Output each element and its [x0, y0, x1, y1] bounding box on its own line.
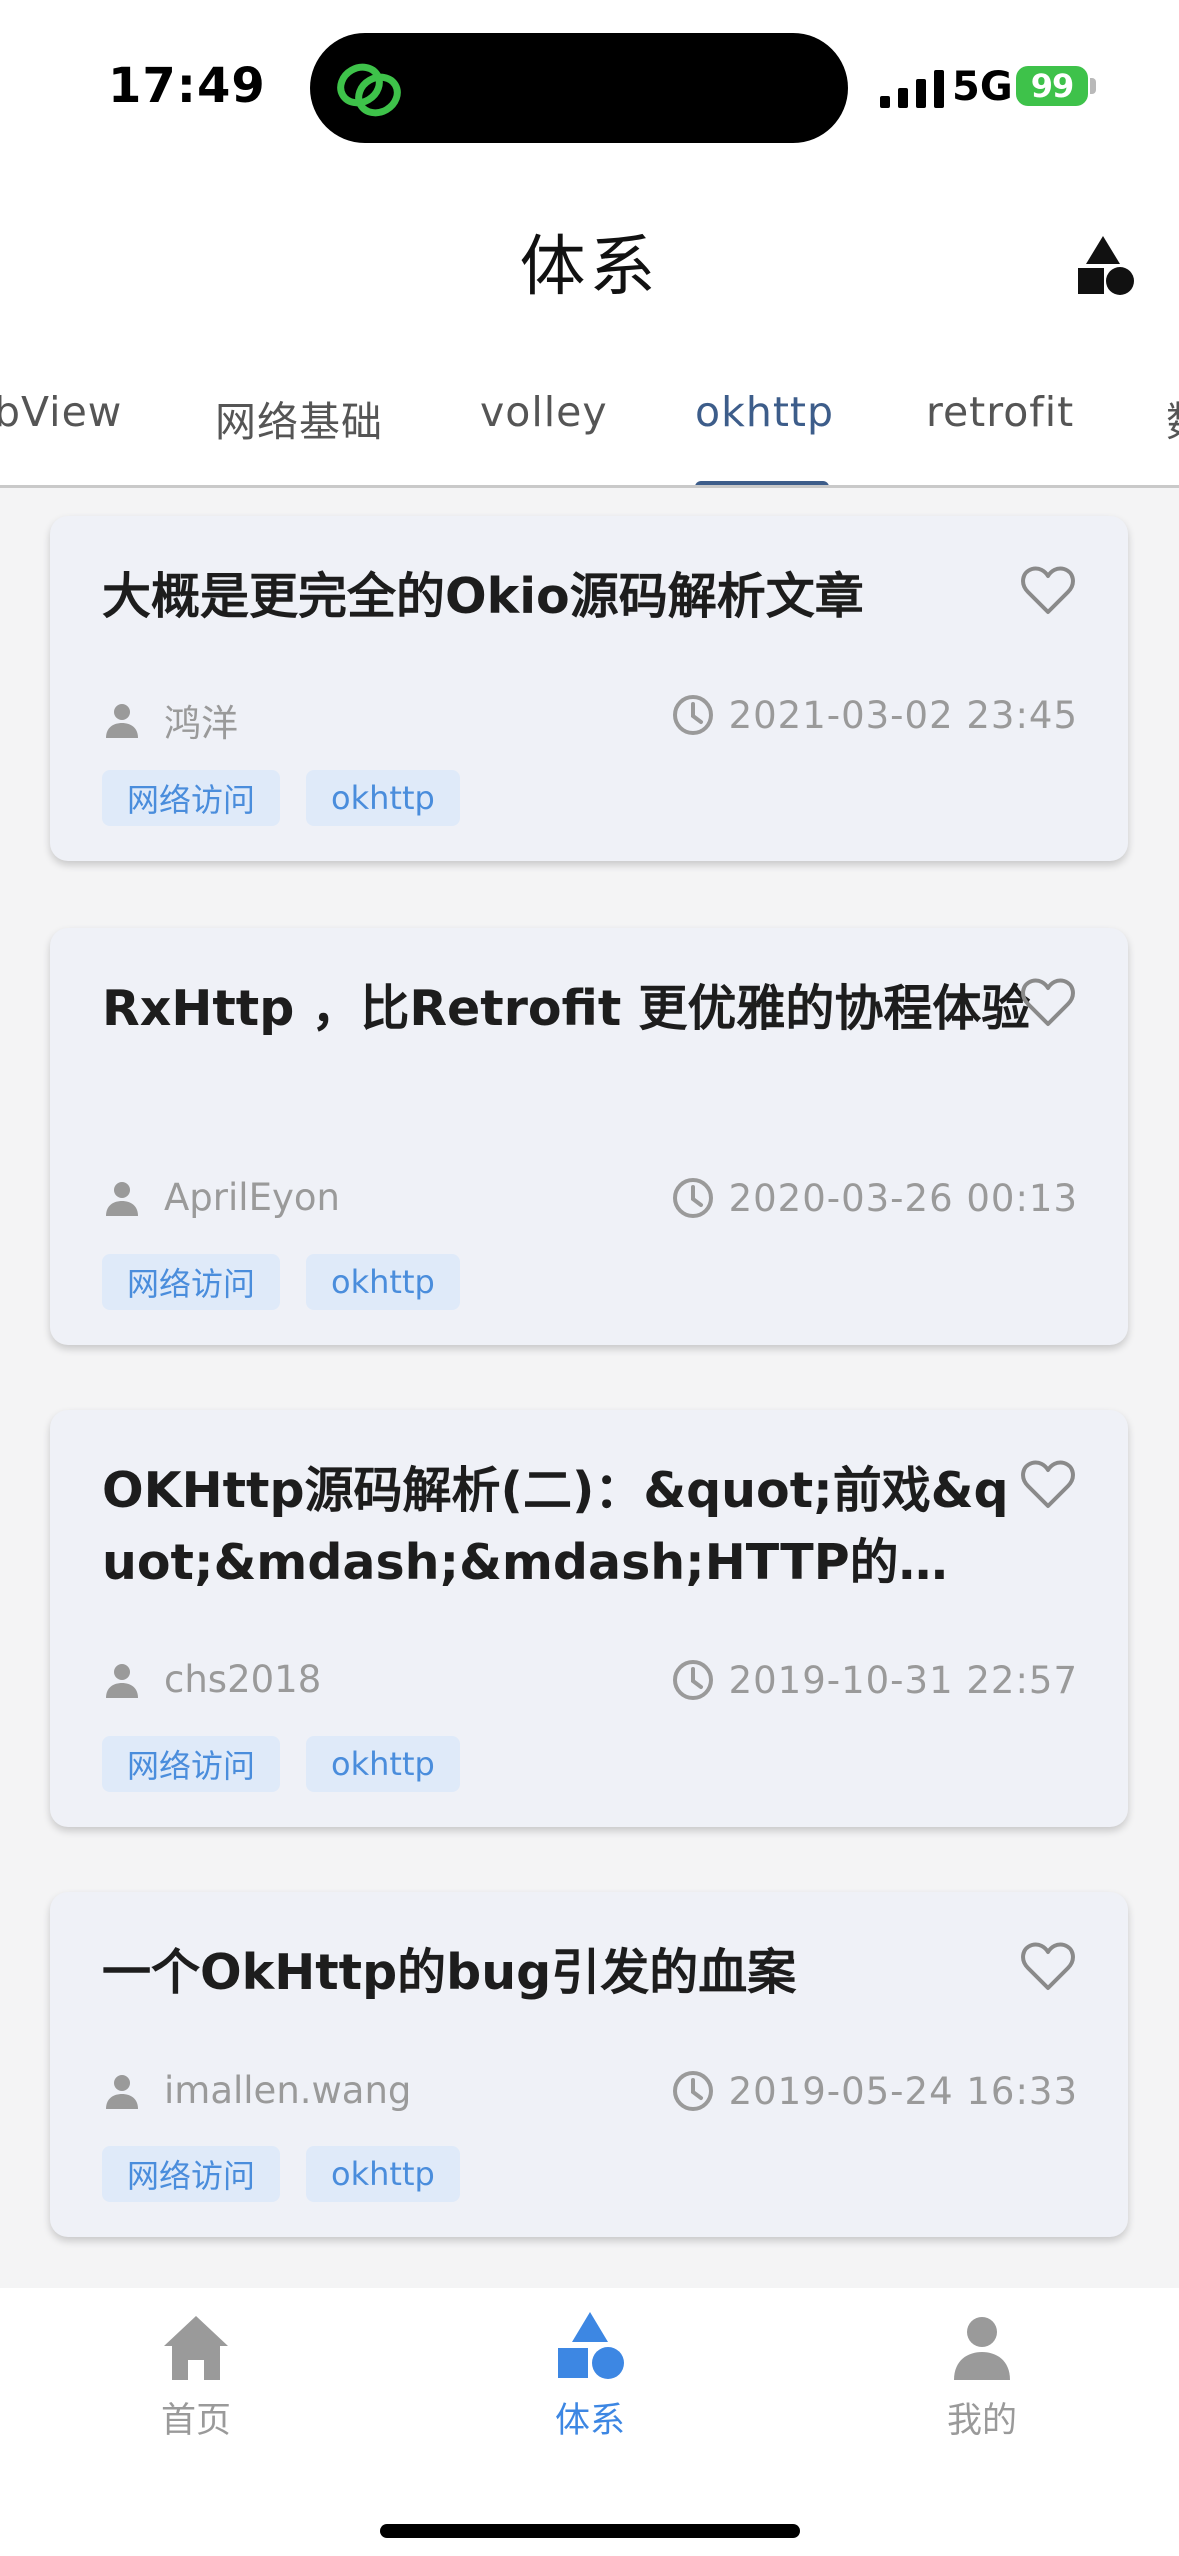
- category-tab-bar: bView 网络基础 volley okhttp retrofit 数: [0, 350, 1179, 488]
- tab-webview[interactable]: bView: [0, 388, 122, 436]
- article-list: 大概是更完全的Okio源码解析文章 鸿洋 2021-03-02 23:45 网络…: [0, 488, 1179, 2288]
- article-title: OKHttp源码解析(二)：&quot;前戏&quot;&mdash;&mdas…: [102, 1462, 1009, 1591]
- article-card[interactable]: RxHttp ，比Retrofit 更优雅的协程体验 AprilEyon 202…: [50, 928, 1128, 1345]
- publish-time: 2019-10-31 22:57: [728, 1658, 1078, 1702]
- tab-volley[interactable]: volley: [480, 388, 608, 436]
- article-tags: 网络访问 okhttp: [102, 770, 486, 826]
- article-time: 2020-03-26 00:13: [671, 1176, 1078, 1220]
- tab-next[interactable]: 数: [1166, 388, 1179, 448]
- person-icon: [954, 2317, 1010, 2380]
- status-time: 17:49: [108, 58, 266, 114]
- article-time: 2019-10-31 22:57: [671, 1658, 1078, 1702]
- author-name: imallen.wang: [164, 2069, 412, 2112]
- publish-time: 2019-05-24 16:33: [728, 2069, 1078, 2113]
- clock-icon: [672, 2071, 713, 2111]
- article-tags: 网络访问 okhttp: [102, 1254, 486, 1310]
- tab-retrofit[interactable]: retrofit: [926, 388, 1074, 436]
- home-icon: [164, 2316, 228, 2380]
- tag-network-access[interactable]: 网络访问: [102, 770, 281, 826]
- bottom-navigation: 首页 体系 我的: [0, 2288, 1179, 2556]
- tag-okhttp[interactable]: okhttp: [306, 2146, 460, 2202]
- article-author: 鸿洋: [102, 693, 238, 747]
- tab-okhttp[interactable]: okhttp: [695, 388, 834, 436]
- article-author: AprilEyon: [102, 1176, 340, 1219]
- article-meta: imallen.wang 2019-05-24 16:33: [102, 2069, 1078, 2119]
- article-tags: 网络访问 okhttp: [102, 1736, 486, 1792]
- clock-icon: [672, 695, 713, 735]
- article-meta: chs2018 2019-10-31 22:57: [102, 1658, 1078, 1708]
- tag-okhttp[interactable]: okhttp: [306, 1254, 460, 1310]
- battery-tip: [1090, 78, 1096, 94]
- tag-network-access[interactable]: 网络访问: [102, 1736, 281, 1792]
- publish-time: 2020-03-26 00:13: [728, 1176, 1078, 1220]
- person-icon: [106, 1181, 138, 1216]
- home-indicator: [380, 2524, 800, 2538]
- article-meta: 鸿洋 2021-03-02 23:45: [102, 693, 1078, 745]
- status-bar: 17:49 5G 99: [0, 0, 1179, 175]
- heart-icon[interactable]: [1020, 564, 1076, 616]
- article-card[interactable]: OKHttp源码解析(二)：&quot;前戏&quot;&mdash;&mdas…: [50, 1410, 1128, 1827]
- article-tags: 网络访问 okhttp: [102, 2146, 486, 2202]
- article-title: RxHttp ，比Retrofit 更优雅的协程体验: [102, 980, 1031, 1037]
- nav-mine[interactable]: 我的: [882, 2310, 1082, 2450]
- network-type: 5G: [952, 64, 1013, 110]
- person-icon: [106, 704, 138, 738]
- nav-system-label: 体系: [554, 2401, 625, 2441]
- clock-icon: [672, 1178, 713, 1218]
- author-name: AprilEyon: [164, 1176, 340, 1219]
- link-rings-icon: [337, 63, 401, 117]
- tab-active-indicator: [695, 481, 829, 485]
- app-header: 体系: [0, 175, 1179, 350]
- heart-icon[interactable]: [1020, 976, 1076, 1028]
- article-author: imallen.wang: [102, 2069, 411, 2112]
- person-icon: [106, 2074, 138, 2109]
- tag-okhttp[interactable]: okhttp: [306, 1736, 460, 1792]
- article-author: chs2018: [102, 1658, 321, 1701]
- battery-level: 99: [1030, 67, 1075, 105]
- person-icon: [106, 1663, 138, 1698]
- article-card[interactable]: 一个OkHttp的bug引发的血案 imallen.wang 2019-05-2…: [50, 1892, 1128, 2237]
- publish-time: 2021-03-02 23:45: [728, 693, 1078, 737]
- author-name: 鸿洋: [164, 702, 238, 745]
- nav-system[interactable]: 体系: [490, 2310, 690, 2450]
- tag-network-access[interactable]: 网络访问: [102, 1254, 281, 1310]
- article-time: 2021-03-02 23:45: [671, 693, 1078, 737]
- page-title: 体系: [519, 228, 660, 305]
- tag-okhttp[interactable]: okhttp: [306, 770, 460, 826]
- heart-icon[interactable]: [1020, 1458, 1076, 1510]
- article-meta: AprilEyon 2020-03-26 00:13: [102, 1176, 1078, 1226]
- nav-home-label: 首页: [160, 2401, 231, 2441]
- tab-network-basics[interactable]: 网络基础: [215, 388, 383, 448]
- article-title: 一个OkHttp的bug引发的血案: [102, 1944, 797, 2001]
- cellular-signal-icon: [880, 70, 944, 108]
- heart-icon[interactable]: [1020, 1940, 1076, 1992]
- shapes-icon: [558, 2312, 624, 2379]
- article-title: 大概是更完全的Okio源码解析文章: [102, 568, 864, 625]
- article-time: 2019-05-24 16:33: [671, 2069, 1078, 2113]
- nav-home[interactable]: 首页: [96, 2310, 296, 2450]
- battery-icon: 99: [1016, 66, 1088, 106]
- nav-mine-label: 我的: [946, 2401, 1017, 2441]
- clock-icon: [672, 1660, 713, 1700]
- tag-network-access[interactable]: 网络访问: [102, 2146, 281, 2202]
- article-card[interactable]: 大概是更完全的Okio源码解析文章 鸿洋 2021-03-02 23:45 网络…: [50, 516, 1128, 861]
- shapes-icon[interactable]: [1068, 230, 1138, 300]
- author-name: chs2018: [164, 1658, 322, 1701]
